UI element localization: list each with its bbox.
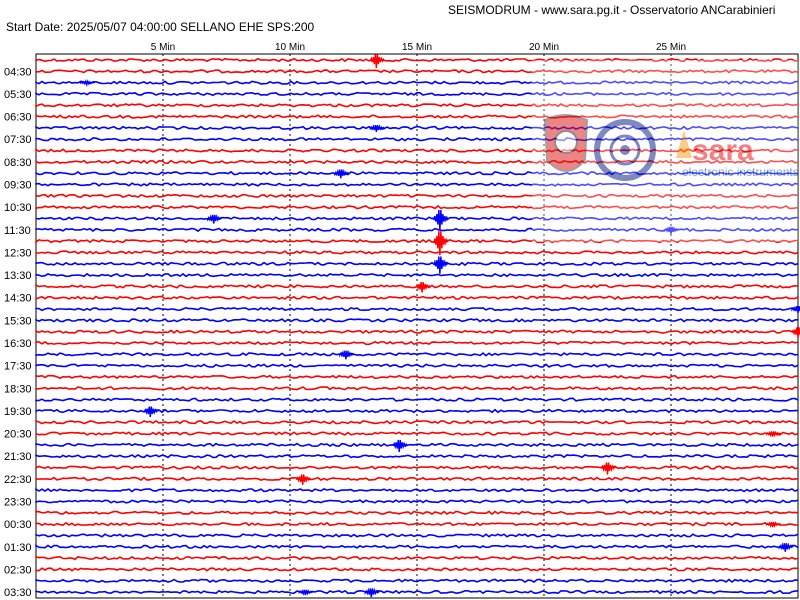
watermark: sara electronic instruments	[532, 60, 799, 242]
row-time-label: 00:30	[4, 519, 32, 531]
seismic-event	[791, 327, 800, 338]
row-time-label: 01:30	[4, 542, 32, 554]
row-time-label: 18:30	[4, 383, 32, 395]
trace-row	[35, 250, 799, 255]
row-time-label: 22:30	[4, 474, 32, 486]
x-tick-label: 25 Min	[656, 42, 686, 53]
seismic-event	[207, 213, 223, 224]
row-time-label: 10:30	[4, 202, 32, 214]
row-time-label: 03:30	[4, 587, 32, 599]
seismic-event	[600, 462, 617, 475]
seismic-event	[765, 430, 781, 438]
seismic-event	[369, 124, 385, 133]
seismic-event	[392, 439, 408, 452]
carabinieri-crest-icon	[543, 114, 589, 172]
row-time-label: 07:30	[4, 134, 32, 146]
row-time-label: 20:30	[4, 429, 32, 441]
row-time-label: 12:30	[4, 247, 32, 259]
trace-row	[35, 374, 799, 380]
row-time-label: 06:30	[4, 112, 32, 124]
seismic-event	[791, 305, 800, 314]
row-time-label: 19:30	[4, 406, 32, 418]
trace-row	[35, 431, 799, 436]
row-time-label: 21:30	[4, 451, 32, 463]
trace-row	[35, 544, 799, 549]
row-time-label: 23:30	[4, 497, 32, 509]
seismic-event	[334, 168, 350, 179]
row-time-label: 09:30	[4, 180, 32, 192]
seismic-event	[364, 587, 380, 598]
trace-row	[35, 261, 799, 267]
row-time-label: 14:30	[4, 293, 32, 305]
trace-row	[35, 589, 799, 595]
row-time-label: 15:30	[4, 315, 32, 327]
x-tick-label: 5 Min	[151, 42, 175, 53]
seismic-event	[433, 256, 449, 274]
row-time-label: 02:30	[4, 564, 32, 576]
seismic-event	[778, 542, 794, 552]
seismic-event	[143, 406, 159, 417]
seismic-event	[298, 589, 314, 596]
x-tick-label: 20 Min	[529, 42, 559, 53]
row-time-label: 13:30	[4, 270, 32, 282]
row-time-label: 17:30	[4, 361, 32, 373]
watermark-brand: sara	[692, 134, 754, 167]
row-time-label: 11:30	[4, 225, 31, 237]
seismic-event	[339, 349, 355, 360]
trace-row	[35, 465, 799, 470]
seismic-event	[433, 209, 449, 231]
seismic-event	[415, 282, 431, 293]
trace-row	[35, 340, 799, 346]
seismic-event	[765, 521, 781, 528]
x-tick-label: 10 Min	[275, 42, 305, 53]
seismogram-chart: 5 Min 10 Min 15 Min 20 Min 25 Min 04:30 05:30 0…	[4, 42, 800, 599]
row-time-label: 04:30	[4, 66, 32, 78]
seismic-event	[369, 54, 385, 69]
trace-row	[35, 295, 799, 301]
trace-row	[35, 510, 799, 516]
row-time-label: 08:30	[4, 157, 32, 169]
x-tick-label: 15 Min	[402, 42, 432, 53]
row-time-label: 16:30	[4, 338, 32, 350]
row-time-label: 05:30	[4, 89, 32, 101]
trace-row	[35, 476, 799, 481]
watermark-tagline: electronic instruments	[682, 165, 799, 179]
seismic-event	[296, 474, 312, 485]
trace-row	[35, 420, 799, 425]
